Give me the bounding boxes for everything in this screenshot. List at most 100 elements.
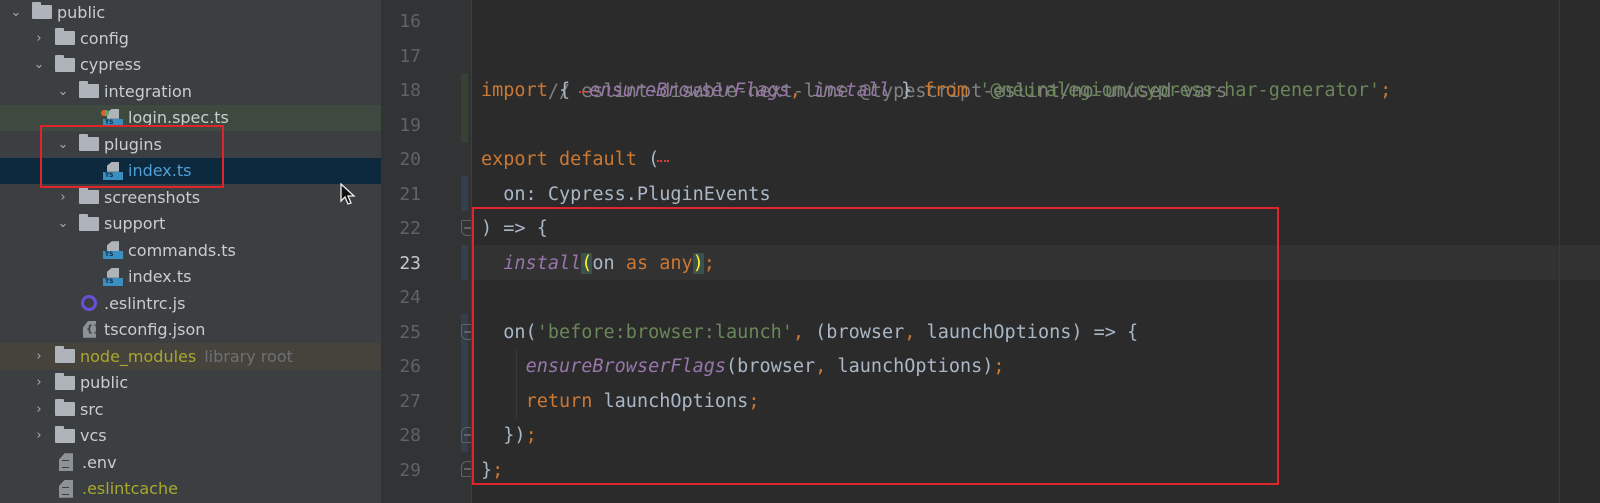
code-text: on(: [503, 322, 537, 343]
tree-item-label: index.ts: [128, 267, 192, 287]
tree-item-commands-ts[interactable]: TS commands.ts: [0, 237, 381, 264]
tree-item-tsconfig[interactable]: {} tsconfig.json: [0, 317, 381, 344]
line-number: 16: [399, 11, 421, 32]
tree-item-plugins-index-ts[interactable]: TS index.ts: [0, 157, 381, 184]
tree-item-label: config: [80, 28, 129, 48]
tree-item-node-modules[interactable]: › node_modules library root: [0, 343, 381, 370]
punct-token: }: [889, 80, 924, 101]
chevron-right-icon[interactable]: ›: [55, 190, 71, 205]
folder-icon: [55, 425, 75, 443]
code-line-20: export default (: [481, 142, 670, 177]
tree-item-label: screenshots: [104, 187, 201, 207]
line-number-current: 23: [399, 253, 421, 274]
tree-item-support-index-ts[interactable]: TS index.ts: [0, 264, 381, 291]
punct-token: ,: [789, 80, 801, 101]
json-config-file-icon: {}: [81, 320, 100, 339]
tree-item-label: commands.ts: [128, 240, 236, 260]
folder-icon: [55, 346, 75, 364]
chevron-down-icon[interactable]: ⌄: [31, 57, 47, 72]
matched-paren: (: [581, 253, 593, 274]
chevron-right-icon[interactable]: ›: [31, 31, 47, 46]
code-text: launchOptions): [826, 356, 994, 377]
folder-icon: [55, 372, 75, 390]
text-file-icon: [59, 453, 73, 472]
string-token: '@neuralegion/cypress-har-generator': [979, 80, 1381, 101]
tree-item-support[interactable]: ⌄ support: [0, 211, 381, 238]
tree-item-src[interactable]: › src: [0, 396, 381, 423]
tree-item-eslintcache[interactable]: .eslintcache: [0, 476, 381, 503]
punct-token: ,: [904, 322, 916, 343]
tree-item-eslintrc[interactable]: .eslintrc.js: [0, 290, 381, 317]
code-text: on: Cypress.PluginEvents: [481, 184, 771, 205]
code-text: (browser: [804, 322, 905, 343]
folder-icon: [79, 81, 99, 99]
code-text: on: [592, 253, 626, 274]
typescript-file-icon: TS: [103, 267, 123, 286]
vcs-added-lines-marker[interactable]: [461, 73, 468, 143]
tree-item-label: node_modules: [80, 346, 197, 366]
chevron-down-icon[interactable]: ⌄: [55, 216, 71, 231]
matched-paren: ): [692, 253, 704, 274]
line-number-gutter: 16 17 18 19 20 21 22 23 24 25 26 27 28 2…: [381, 0, 475, 503]
line-number: 19: [399, 115, 421, 136]
tree-item-screenshots[interactable]: › screenshots: [0, 184, 381, 211]
tree-item-plugins[interactable]: ⌄ plugins: [0, 131, 381, 158]
error-squiggle-icon: [657, 142, 670, 162]
folder-icon: [79, 213, 99, 231]
tree-item-cypress[interactable]: ⌄ cypress: [0, 52, 381, 79]
tree-item-label: .env: [82, 452, 117, 472]
punct-token: ;: [1380, 80, 1392, 101]
tree-item-login-spec[interactable]: TS login.spec.ts: [0, 104, 381, 131]
chevron-down-icon[interactable]: ⌄: [55, 137, 71, 152]
mouse-cursor-icon: [340, 183, 356, 205]
tree-item-label: index.ts: [128, 161, 192, 181]
tree-item-public[interactable]: › public: [0, 370, 381, 397]
tree-item-label: plugins: [104, 134, 162, 154]
typescript-test-file-icon: TS: [101, 108, 123, 127]
code-line-22: ) => {: [481, 211, 548, 246]
punct-token: {: [547, 80, 582, 101]
tree-item-config[interactable]: › config: [0, 25, 381, 52]
chevron-down-icon[interactable]: ⌄: [8, 5, 24, 20]
chevron-right-icon[interactable]: ›: [31, 402, 47, 417]
tree-item-label: public: [80, 373, 129, 393]
vcs-modified-line-marker[interactable]: [461, 176, 468, 211]
line-number: 18: [399, 80, 421, 101]
tree-item-vcs[interactable]: › vcs: [0, 423, 381, 450]
function-token: ensureBrowserFlags: [525, 356, 727, 377]
folder-icon: [55, 28, 75, 46]
tree-item-label: cypress: [80, 55, 142, 75]
code-text-area[interactable]: // eslint-disable-next-line @typescript-…: [472, 0, 1600, 503]
tree-item-integration[interactable]: ⌄ integration: [0, 78, 381, 105]
code-text: (browser: [726, 356, 816, 377]
tree-item-env[interactable]: .env: [0, 449, 381, 476]
line-number: 21: [399, 184, 421, 205]
folder-icon: [32, 2, 52, 20]
code-editor[interactable]: 16 17 18 19 20 21 22 23 24 25 26 27 28 2…: [381, 0, 1600, 503]
keyword-token: any: [659, 253, 693, 274]
punct-token: ;: [993, 356, 1005, 377]
text-file-icon: [59, 479, 73, 498]
chevron-right-icon[interactable]: ›: [31, 428, 47, 443]
project-tree-panel: ⌄ public › config ⌄ cypress ⌄ integratio…: [0, 0, 381, 503]
tree-item-public-root[interactable]: ⌄ public: [0, 0, 381, 26]
chevron-down-icon[interactable]: ⌄: [55, 84, 71, 99]
chevron-right-icon[interactable]: ›: [31, 375, 47, 390]
line-number: 28: [399, 425, 421, 446]
vcs-modified-line-marker[interactable]: [461, 245, 468, 280]
code-text: }: [481, 460, 493, 481]
keyword-token: export: [481, 149, 548, 170]
keyword-token: from: [923, 80, 968, 101]
line-number: 22: [399, 218, 421, 239]
punct-token: ;: [748, 391, 760, 412]
chevron-right-icon[interactable]: ›: [31, 349, 47, 364]
line-number: 26: [399, 356, 421, 377]
code-text: ) => {: [481, 218, 548, 239]
code-line-23: install(on as any);: [481, 246, 715, 281]
